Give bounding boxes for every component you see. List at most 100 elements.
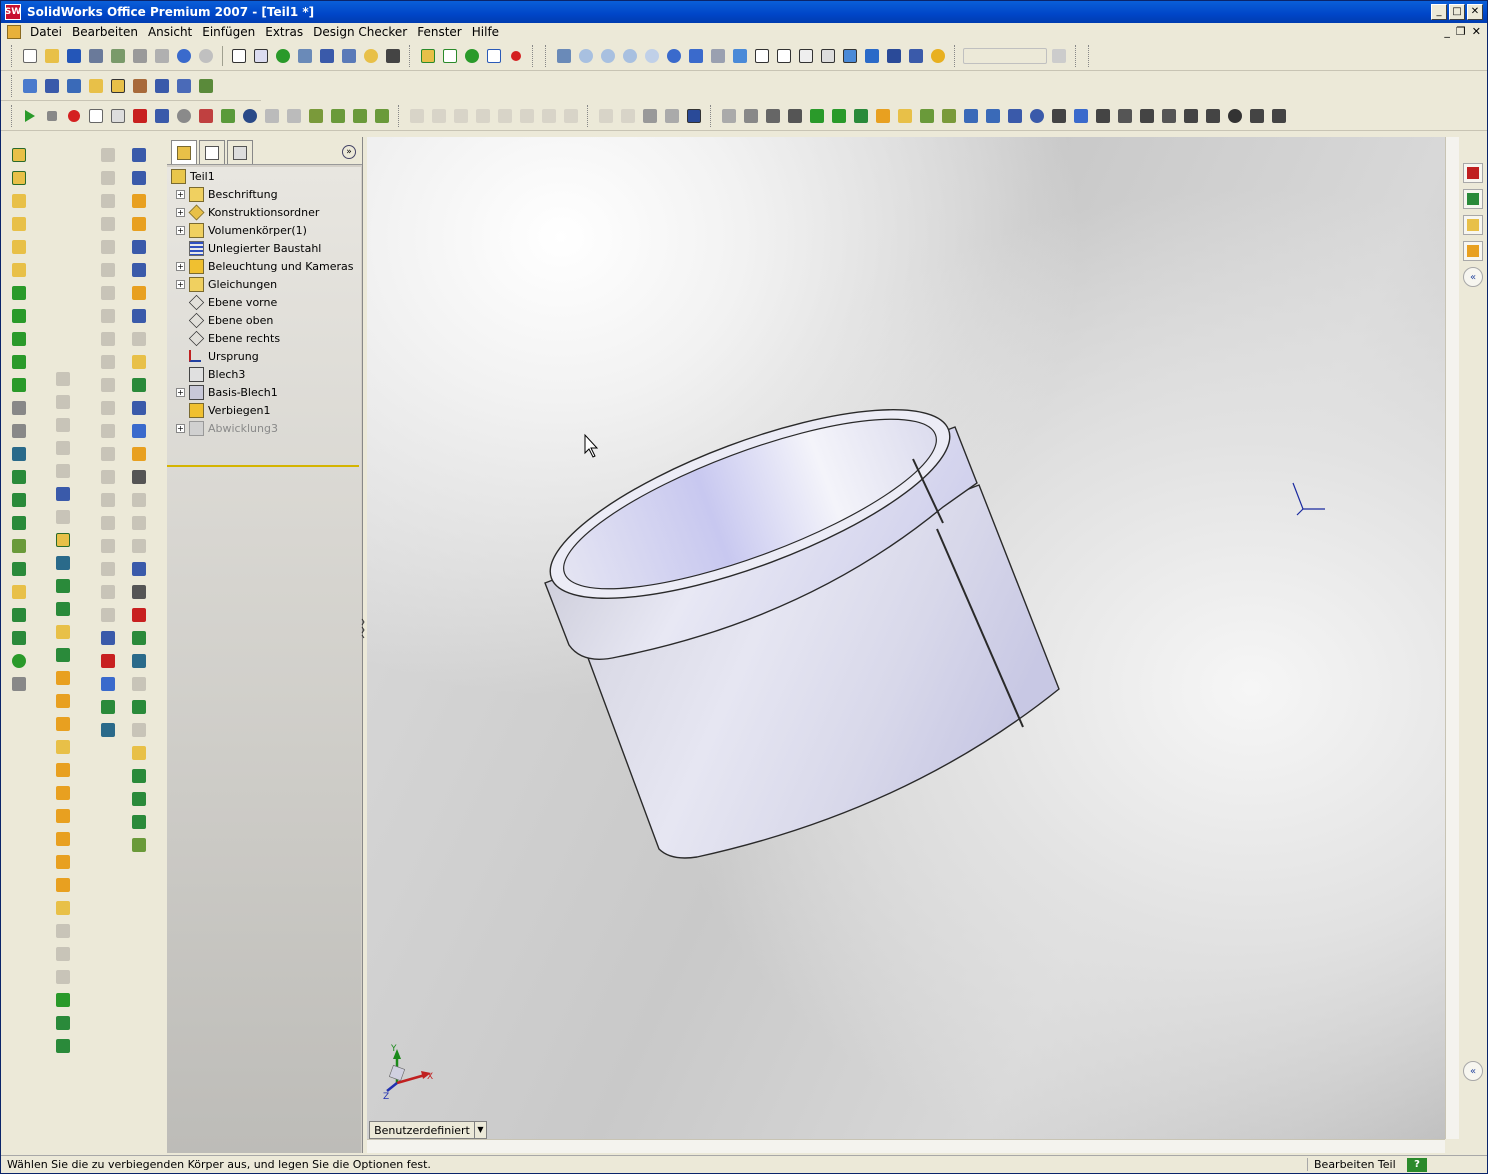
- sketch-icon[interactable]: [418, 46, 438, 66]
- section-view-icon[interactable]: [884, 46, 904, 66]
- undo-icon[interactable]: [174, 46, 194, 66]
- configuration-dropdown[interactable]: [963, 46, 1047, 66]
- tab-configuration-manager[interactable]: [227, 140, 253, 164]
- maximize-button[interactable]: □: [1449, 4, 1465, 20]
- cylinder-model[interactable]: [530, 372, 1060, 859]
- parting-line-icon[interactable]: [129, 605, 149, 625]
- print-icon[interactable]: [130, 46, 150, 66]
- shaded-edges-icon[interactable]: [818, 46, 838, 66]
- close-button[interactable]: ✕: [1467, 4, 1483, 20]
- layer-icon[interactable]: [1049, 46, 1069, 66]
- expand-toggle[interactable]: +: [176, 207, 185, 217]
- grayed-sketch-16-icon[interactable]: [98, 490, 118, 510]
- tree-root-part[interactable]: Teil1: [167, 167, 361, 185]
- grayed-tool-5-icon[interactable]: [53, 461, 73, 481]
- tree-item-ebene-rechts[interactable]: Ebene rechts: [167, 329, 361, 347]
- smart-dimension-icon[interactable]: [484, 46, 504, 66]
- zoom-to-fit-icon[interactable]: [576, 46, 596, 66]
- pan-icon[interactable]: [686, 46, 706, 66]
- surface-revolve-icon[interactable]: [129, 168, 149, 188]
- grayed-sketch-14-icon[interactable]: [98, 444, 118, 464]
- doc-minimize-button[interactable]: _: [1444, 25, 1450, 38]
- design-check-icon[interactable]: [152, 106, 172, 126]
- plane-ref-icon[interactable]: [9, 582, 29, 602]
- undercut-detection-icon[interactable]: [129, 651, 149, 671]
- menu-bearbeiten[interactable]: Bearbeiten: [67, 25, 143, 39]
- grayed-tool-9-icon[interactable]: [53, 967, 73, 987]
- filter-dowel-pin-icon[interactable]: [1203, 106, 1223, 126]
- tree-item-abwicklung3[interactable]: + Abwicklung3: [167, 419, 361, 437]
- flat-pattern-tool-icon[interactable]: [53, 806, 73, 826]
- disabled-feature-1-icon[interactable]: [407, 106, 427, 126]
- select-arrow-icon[interactable]: [229, 46, 249, 66]
- grayed-sketch-7-icon[interactable]: [98, 283, 118, 303]
- circular-pattern-icon[interactable]: [9, 490, 29, 510]
- disabled-feature-10-icon[interactable]: [618, 106, 638, 126]
- disabled-feature-7-icon[interactable]: [539, 106, 559, 126]
- expand-toggle[interactable]: +: [176, 261, 185, 271]
- tolerance-analysis-icon[interactable]: [350, 106, 370, 126]
- filter-datum-targets-icon[interactable]: [1137, 106, 1157, 126]
- sketch-repair-icon[interactable]: [98, 720, 118, 740]
- previous-view-icon[interactable]: [554, 46, 574, 66]
- wireframe-icon[interactable]: [752, 46, 772, 66]
- file-properties-icon[interactable]: [339, 46, 359, 66]
- design-library-pane-icon[interactable]: [1463, 189, 1483, 209]
- grayed-tool-8-icon[interactable]: [53, 944, 73, 964]
- vertical-scrollbar[interactable]: [1445, 137, 1459, 1139]
- menu-hilfe[interactable]: Hilfe: [467, 25, 504, 39]
- tree-item-verbiegen1[interactable]: Verbiegen1: [167, 401, 361, 419]
- import-diagnostics-icon[interactable]: [196, 76, 216, 96]
- thicken-icon[interactable]: [129, 559, 149, 579]
- print-preview-icon[interactable]: [152, 46, 172, 66]
- filter-surface-finish-icon[interactable]: [1027, 106, 1047, 126]
- no-bends-icon[interactable]: [53, 898, 73, 918]
- replace-face-icon[interactable]: [129, 421, 149, 441]
- check-icon[interactable]: [108, 76, 128, 96]
- perspective-icon[interactable]: [906, 46, 926, 66]
- extend-surface-icon[interactable]: [129, 444, 149, 464]
- filter-planes-icon[interactable]: [873, 106, 893, 126]
- tree-item-volumenkoerper[interactable]: + Volumenkörper(1): [167, 221, 361, 239]
- menu-design-checker[interactable]: Design Checker: [308, 25, 412, 39]
- roll-view-icon[interactable]: [708, 46, 728, 66]
- fillet-icon[interactable]: [9, 260, 29, 280]
- animator-icon[interactable]: [284, 106, 304, 126]
- stop-macro-icon[interactable]: [42, 106, 62, 126]
- mass-properties-icon[interactable]: [64, 76, 84, 96]
- filter-center-marks-icon[interactable]: [961, 106, 981, 126]
- realview-icon[interactable]: [928, 46, 948, 66]
- boundary-surface-icon[interactable]: [129, 237, 149, 257]
- zoom-in-out-icon[interactable]: [620, 46, 640, 66]
- point-icon[interactable]: [462, 46, 482, 66]
- zoom-to-area-icon[interactable]: [598, 46, 618, 66]
- zoom-selection-icon[interactable]: [642, 46, 662, 66]
- menu-einfuegen[interactable]: Einfügen: [197, 25, 260, 39]
- dropdown-arrow-icon[interactable]: ▼: [474, 1122, 486, 1138]
- menu-extras[interactable]: Extras: [260, 25, 308, 39]
- layer-properties-icon[interactable]: [640, 106, 660, 126]
- grayed-sketch-9-icon[interactable]: [98, 329, 118, 349]
- sketch-3d-icon[interactable]: [98, 628, 118, 648]
- filter-faces-icon[interactable]: [785, 106, 805, 126]
- lofted-bend-icon[interactable]: [53, 829, 73, 849]
- filter-vertices-icon[interactable]: [741, 106, 761, 126]
- filter-datum-features-icon[interactable]: [1093, 106, 1113, 126]
- filter-axes-icon[interactable]: [851, 106, 871, 126]
- miter-flange-icon[interactable]: [53, 599, 73, 619]
- menu-fenster[interactable]: Fenster: [412, 25, 467, 39]
- line-format-icon[interactable]: [662, 106, 682, 126]
- grayed-tool-3-icon[interactable]: [53, 415, 73, 435]
- measure-icon[interactable]: [42, 76, 62, 96]
- tree-item-beleuchtung[interactable]: + Beleuchtung und Kameras: [167, 257, 361, 275]
- grayed-sketch-19-icon[interactable]: [98, 559, 118, 579]
- help-icon[interactable]: [361, 46, 381, 66]
- tree-item-material[interactable]: Unlegierter Baustahl: [167, 239, 361, 257]
- delete-macro-icon[interactable]: [130, 106, 150, 126]
- parting-surface-icon[interactable]: [129, 743, 149, 763]
- dome-icon[interactable]: [9, 398, 29, 418]
- fill-surface-icon[interactable]: [129, 352, 149, 372]
- ruled-surface-icon[interactable]: [129, 789, 149, 809]
- lofted-boss-icon[interactable]: [9, 214, 29, 234]
- collapse-task-pane-icon[interactable]: «: [1463, 267, 1483, 287]
